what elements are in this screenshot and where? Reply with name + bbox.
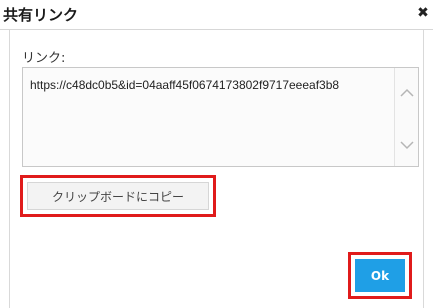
link-textarea[interactable]: https://c48dc0b5&id=04aaff45f0674173802f… (22, 67, 419, 167)
copy-button-label[interactable]: クリップボードにコピー (27, 182, 209, 210)
textarea-scrollbar[interactable] (394, 68, 418, 166)
copy-to-clipboard-button[interactable]: クリップボードにコピー (20, 175, 216, 217)
dialog-titlebar: 共有リンク ✖ (0, 0, 433, 30)
chevron-up-icon[interactable] (400, 88, 414, 98)
ok-button-label[interactable]: Ok (355, 259, 405, 292)
link-value[interactable]: https://c48dc0b5&id=04aaff45f0674173802f… (30, 78, 385, 92)
chevron-down-icon[interactable] (400, 140, 414, 150)
share-link-dialog: 共有リンク ✖ リンク: https://c48dc0b5&id=04aaff4… (0, 0, 433, 308)
close-icon[interactable]: ✖ (416, 5, 430, 21)
link-label: リンク: (22, 51, 66, 66)
ok-button[interactable]: Ok (348, 252, 412, 299)
dialog-title: 共有リンク (3, 6, 79, 24)
